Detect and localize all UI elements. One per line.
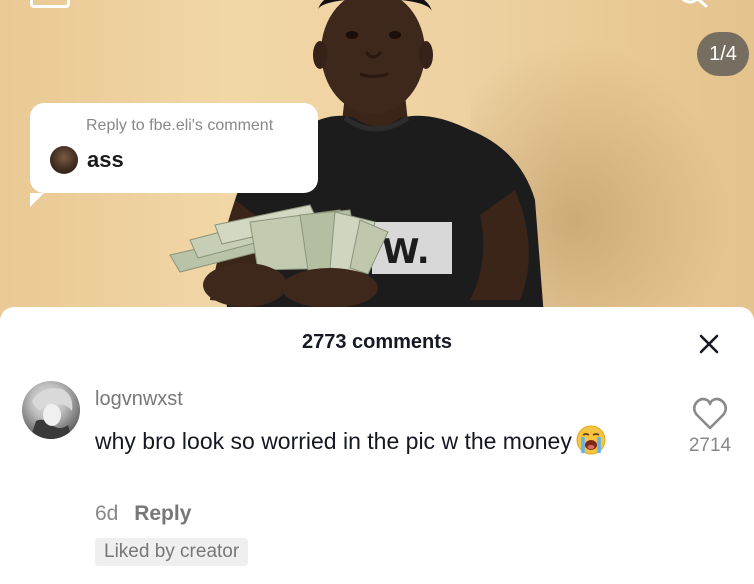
comment-count: 2773 comments: [301, 331, 453, 353]
comments-panel: 2773 comments logvnwxst why bro look so …: [0, 307, 754, 584]
reply-text: ass: [87, 147, 124, 172]
close-icon: [699, 334, 719, 354]
shirt-logo-text: W.: [382, 232, 430, 272]
reply-to-label: Reply to fbe.eli's comment: [86, 117, 274, 134]
liked-by-creator-badge: Liked by creator: [95, 538, 249, 566]
reply-button[interactable]: Reply: [134, 502, 191, 525]
heart-icon[interactable]: [692, 397, 728, 431]
reply-bubble: Reply to fbe.eli's comment ass: [30, 103, 318, 207]
comment-age: 6d: [95, 502, 119, 525]
search-icon[interactable]: [680, 0, 710, 10]
comment-body: why bro look so worried in the pic w the…: [95, 422, 615, 460]
menu-icon[interactable]: [30, 0, 70, 8]
close-button[interactable]: [694, 329, 724, 359]
avatar-illustration: [30, 388, 73, 439]
like-count: 2714: [688, 435, 732, 456]
reply-avatar: [50, 146, 78, 174]
comment-meta: 6d Reply: [95, 502, 191, 526]
comment-username[interactable]: logvnwxst: [95, 388, 183, 411]
loudly-crying-face-icon: [576, 425, 606, 455]
commenter-avatar[interactable]: [22, 381, 80, 439]
page-indicator: 1/4: [697, 32, 749, 76]
comment-text: why bro look so worried in the pic w the…: [95, 428, 572, 454]
video-player[interactable]: W. 1/4 Reply to fbe.eli's comment ass: [0, 0, 754, 330]
